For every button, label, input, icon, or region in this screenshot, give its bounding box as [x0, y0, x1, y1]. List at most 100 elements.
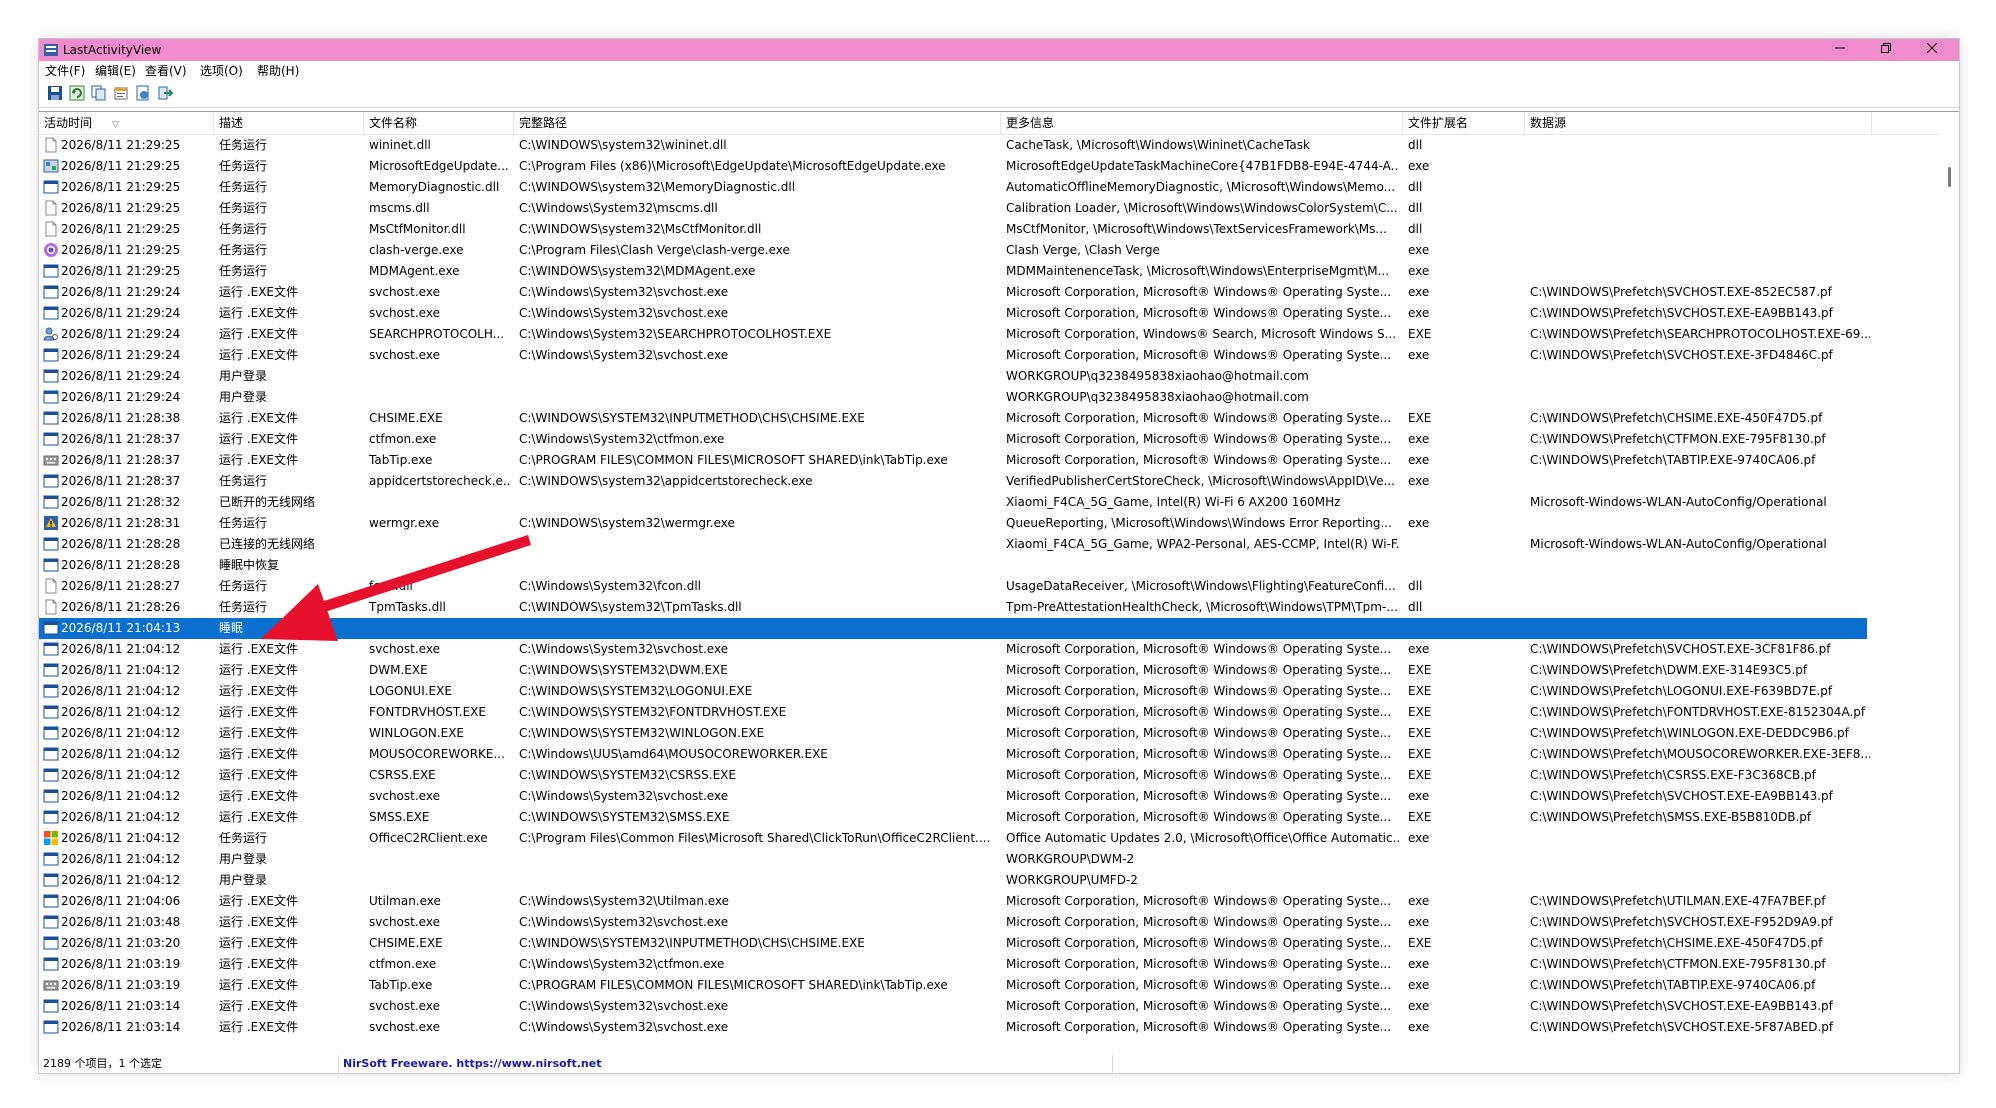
table-row[interactable]: 2026/8/11 21:04:12 运行 .EXE文件 WINLOGON.EXE C…	[39, 723, 1939, 744]
cell-full-path: C:\WINDOWS\system32\appidcertstorecheck.…	[519, 474, 813, 488]
table-row[interactable]: 2026/8/11 21:28:37 运行 .EXE文件 TabTip.exe C:\…	[39, 450, 1939, 471]
keyboard-icon-part	[47, 462, 55, 464]
table-row[interactable]: 2026/8/11 21:29:24 运行 .EXE文件 svchost.exe C:…	[39, 345, 1939, 366]
column-header-filename[interactable]: 文件名称	[364, 112, 514, 134]
table-row[interactable]: 2026/8/11 21:28:26 任务运行 TpmTasks.dll C:\WIN…	[39, 597, 1939, 618]
cell-full-path: C:\Windows\System32\svchost.exe	[519, 348, 729, 362]
cell-time: 2026/8/11 21:04:12	[61, 768, 181, 782]
table-row[interactable]: 2026/8/11 21:29:25 任务运行 clash-verge.exe C:\…	[39, 240, 1939, 261]
table-row[interactable]: 2026/8/11 21:29:25 任务运行 wininet.dll C:\WIND…	[39, 135, 1939, 156]
table-row[interactable]: 2026/8/11 21:28:37 任务运行 appidcertstorechec…	[39, 471, 1939, 492]
table-row[interactable]: 2026/8/11 21:03:20 运行 .EXE文件 CHSIME.EXE C:\…	[39, 933, 1939, 954]
copy-icon	[91, 85, 106, 101]
cell-full-path: C:\PROGRAM FILES\COMMON FILES\MICROSOFT …	[519, 978, 948, 992]
table-row[interactable]: 2026/8/11 21:28:31 任务运行 wermgr.exe C:\WINDO…	[39, 513, 1939, 534]
table-row[interactable]: 2026/8/11 21:28:27 任务运行 fcon.dll C:\Windows…	[39, 576, 1939, 597]
refresh-button[interactable]	[69, 85, 87, 103]
table-row[interactable]: 2026/8/11 21:29:25 任务运行 mscms.dll C:\Window…	[39, 198, 1939, 219]
cell-extension: EXE	[1408, 411, 1432, 425]
table-row[interactable]: 2026/8/11 21:29:25 任务运行 MDMAgent.exe C:\WIN…	[39, 261, 1939, 282]
table-row[interactable]: 2026/8/11 21:03:14 运行 .EXE文件 svchost.exe C:…	[39, 1017, 1939, 1038]
table-row[interactable]: 2026/8/11 21:29:25 任务运行 MsCtfMonitor.dll C:…	[39, 219, 1939, 240]
table-row[interactable]: 2026/8/11 21:04:12 用户登录 WORKGROUP\DWM-2	[39, 849, 1939, 870]
table-row[interactable]: 2026/8/11 21:28:37 运行 .EXE文件 ctfmon.exe C:\…	[39, 429, 1939, 450]
table-row[interactable]: 2026/8/11 21:04:12 运行 .EXE文件 svchost.exe C:…	[39, 786, 1939, 807]
exe-icon	[43, 915, 59, 929]
cell-extension: exe	[1408, 957, 1430, 971]
table-row[interactable]: 2026/8/11 21:04:12 运行 .EXE文件 MOUSOCOREWORK…	[39, 744, 1939, 765]
cell-more-info: Microsoft Corporation, Microsoft® Window…	[1006, 936, 1392, 950]
table-row[interactable]: 2026/8/11 21:29:24 用户登录 WORKGROUP\q3238495…	[39, 366, 1939, 387]
table-row[interactable]: 2026/8/11 21:04:12 任务运行 OfficeC2RClient.ex…	[39, 828, 1939, 849]
column-header-data-source[interactable]: 数据源	[1525, 112, 1872, 134]
menu-edit[interactable]: 编辑(E)	[95, 64, 136, 78]
table-row[interactable]: 2026/8/11 21:29:24 运行 .EXE文件 SEARCHPROTOCO…	[39, 324, 1939, 345]
table-row[interactable]: 2026/8/11 21:04:12 运行 .EXE文件 SMSS.EXE C:\WI…	[39, 807, 1939, 828]
column-header-time[interactable]: 活动时间 ▽	[39, 112, 214, 134]
cell-full-path: C:\Program Files (x86)\Microsoft\EdgeUpd…	[519, 159, 946, 173]
cell-time: 2026/8/11 21:04:12	[61, 726, 181, 740]
vertical-scrollbar[interactable]	[1941, 112, 1959, 1056]
table-row[interactable]: 2026/8/11 21:03:48 运行 .EXE文件 svchost.exe C:…	[39, 912, 1939, 933]
table-row[interactable]: 2026/8/11 21:04:06 运行 .EXE文件 Utilman.exe C:…	[39, 891, 1939, 912]
copy-button[interactable]	[91, 85, 109, 103]
nirsoft-link[interactable]: NirSoft Freeware. https://www.nirsoft.ne…	[339, 1055, 1113, 1073]
table-row[interactable]: 2026/8/11 21:04:12 运行 .EXE文件 CSRSS.EXE C:\W…	[39, 765, 1939, 786]
table-row[interactable]: 2026/8/11 21:29:24 用户登录 WORKGROUP\q3238495…	[39, 387, 1939, 408]
table-row[interactable]: 2026/8/11 21:29:24 运行 .EXE文件 svchost.exe C:…	[39, 282, 1939, 303]
clash-verge-icon	[44, 243, 58, 257]
menu-help[interactable]: 帮助(H)	[257, 64, 299, 78]
table-row[interactable]: 2026/8/11 21:28:28 已连接的无线网络 Xiaomi_F4CA_5G…	[39, 534, 1939, 555]
cell-data-source: C:\WINDOWS\Prefetch\TABTIP.EXE-9740CA06.…	[1530, 978, 1816, 992]
table-row[interactable]: 2026/8/11 21:03:19 运行 .EXE文件 ctfmon.exe C:\…	[39, 954, 1939, 975]
cell-filename: SMSS.EXE	[369, 810, 430, 824]
menu-file[interactable]: 文件(F)	[45, 64, 85, 78]
cell-filename: svchost.exe	[369, 285, 440, 299]
table-row[interactable]: 2026/8/11 21:04:12 运行 .EXE文件 DWM.EXE C:\WIN…	[39, 660, 1939, 681]
table-row[interactable]: 2026/8/11 21:28:32 已断开的无线网络 Xiaomi_F4CA_5G…	[39, 492, 1939, 513]
table-row[interactable]: 2026/8/11 21:04:12 运行 .EXE文件 LOGONUI.EXE C:…	[39, 681, 1939, 702]
menu-view[interactable]: 查看(V)	[145, 64, 187, 78]
column-header-extension[interactable]: 文件扩展名	[1403, 112, 1525, 134]
table-row[interactable]: 2026/8/11 21:04:12 用户登录 WORKGROUP\UMFD-2	[39, 870, 1939, 891]
column-header-full-path[interactable]: 完整路径	[514, 112, 1001, 134]
minimize-button[interactable]	[1817, 39, 1863, 61]
keyboard-icon-part	[54, 458, 56, 460]
exe-icon-part	[44, 664, 58, 667]
table-row[interactable]: 2026/8/11 21:03:19 运行 .EXE文件 TabTip.exe C:\…	[39, 975, 1939, 996]
close-button[interactable]	[1909, 39, 1955, 61]
cell-description: 运行 .EXE文件	[219, 348, 299, 362]
title-bar[interactable]: LastActivityView	[39, 39, 1959, 61]
column-header-description[interactable]: 描述	[214, 112, 364, 134]
properties-button[interactable]	[113, 85, 131, 103]
scrollbar-thumb[interactable]	[1948, 167, 1951, 187]
table-row-selected[interactable]: 2026/8/11 21:04:13 睡眠	[39, 618, 1867, 639]
cell-filename	[369, 366, 511, 387]
cell-full-path: C:\WINDOWS\SYSTEM32\DWM.EXE	[519, 663, 728, 677]
save-button[interactable]	[47, 85, 65, 103]
cell-extension: exe	[1408, 999, 1430, 1013]
cell-full-path: C:\WINDOWS\system32\MsCtfMonitor.dll	[519, 222, 762, 236]
table-row[interactable]: 2026/8/11 21:28:28 睡眠中恢复	[39, 555, 1939, 576]
table-row[interactable]: 2026/8/11 21:29:25 任务运行 MicrosoftEdgeUpdat…	[39, 156, 1939, 177]
exit-button[interactable]	[157, 85, 175, 103]
restore-button[interactable]	[1863, 39, 1909, 61]
table-row[interactable]: 2026/8/11 21:29:25 任务运行 MemoryDiagnostic.d…	[39, 177, 1939, 198]
cell-extension	[1408, 366, 1520, 387]
column-header-more-info[interactable]: 更多信息	[1001, 112, 1403, 134]
table-row[interactable]: 2026/8/11 21:03:14 运行 .EXE文件 svchost.exe C:…	[39, 996, 1939, 1017]
table-row[interactable]: 2026/8/11 21:28:38 运行 .EXE文件 CHSIME.EXE C:\…	[39, 408, 1939, 429]
activity-table[interactable]: 活动时间 ▽ 描述 文件名称 完整路径 更多信息 文件扩展名 数据源 2026/8…	[39, 111, 1959, 1057]
table-row[interactable]: 2026/8/11 21:04:12 运行 .EXE文件 svchost.exe C:…	[39, 639, 1939, 660]
cell-time: 2026/8/11 21:04:12	[61, 663, 181, 677]
menu-options[interactable]: 选项(O)	[200, 64, 243, 78]
edge-update-icon	[43, 159, 59, 173]
table-row[interactable]: 2026/8/11 21:04:12 运行 .EXE文件 FONTDRVHOST.E…	[39, 702, 1939, 723]
cell-full-path	[519, 534, 997, 555]
cell-data-source	[1530, 618, 1870, 639]
cell-data-source: C:\WINDOWS\Prefetch\UTILMAN.EXE-47FA7BEF…	[1530, 894, 1826, 908]
table-row[interactable]: 2026/8/11 21:29:24 运行 .EXE文件 svchost.exe C:…	[39, 303, 1939, 324]
cell-extension: EXE	[1408, 726, 1432, 740]
html-report-button[interactable]	[135, 85, 153, 103]
clash-verge-icon-part	[48, 247, 54, 253]
